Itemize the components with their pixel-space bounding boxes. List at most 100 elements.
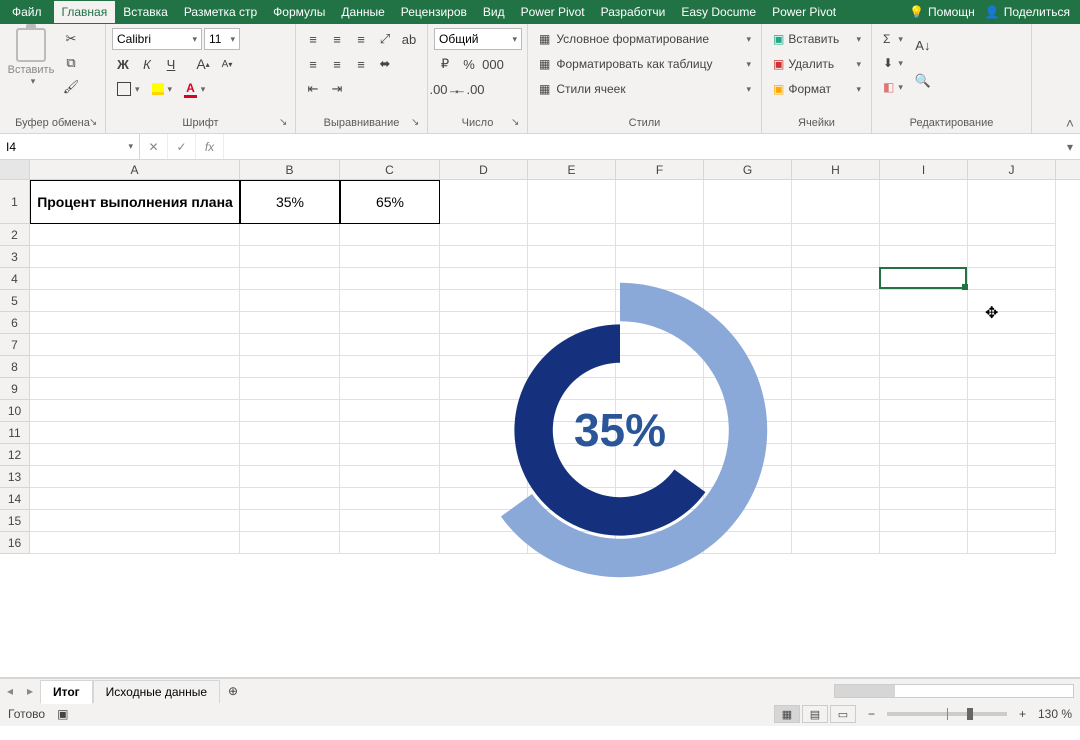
cell-A2[interactable]	[30, 224, 240, 246]
cell-A14[interactable]	[30, 488, 240, 510]
cell-C7[interactable]	[340, 334, 440, 356]
cell-A4[interactable]	[30, 268, 240, 290]
zoom-slider[interactable]	[887, 712, 1007, 716]
copy-button[interactable]: ⧉	[60, 52, 82, 74]
cell-I11[interactable]	[880, 422, 968, 444]
font-launcher[interactable]: ↘	[279, 117, 293, 131]
grow-font-button[interactable]: A▴	[192, 53, 214, 75]
zoom-in-button[interactable]: +	[1019, 707, 1026, 721]
currency-button[interactable]: ₽	[434, 53, 456, 75]
zoom-level[interactable]: 130 %	[1038, 707, 1072, 721]
row-header[interactable]: 12	[0, 444, 30, 466]
cell-B16[interactable]	[240, 532, 340, 554]
cell-A9[interactable]	[30, 378, 240, 400]
autosum-button[interactable]: Σ▾	[878, 28, 908, 50]
tab-view[interactable]: Вид	[475, 1, 513, 23]
cell-F3[interactable]	[616, 246, 704, 268]
cell-A11[interactable]	[30, 422, 240, 444]
row-header[interactable]: 9	[0, 378, 30, 400]
cell-H1[interactable]	[792, 180, 880, 224]
zoom-out-button[interactable]: −	[868, 707, 875, 721]
column-header-H[interactable]: H	[792, 160, 880, 179]
cell-D1[interactable]	[440, 180, 528, 224]
cell-B4[interactable]	[240, 268, 340, 290]
cell-B5[interactable]	[240, 290, 340, 312]
row-header[interactable]: 1	[0, 180, 30, 224]
orientation-button[interactable]: ⤢	[374, 28, 396, 50]
horizontal-scrollbar[interactable]	[834, 684, 1074, 698]
number-format-combo[interactable]: Общий▾	[434, 28, 522, 50]
cell-E2[interactable]	[528, 224, 616, 246]
name-box[interactable]: ▾	[0, 134, 140, 159]
macro-record-icon[interactable]: ▣	[57, 707, 68, 721]
delete-cells-button[interactable]: ▣ Удалить▾	[768, 53, 866, 75]
cell-G3[interactable]	[704, 246, 792, 268]
cell-C5[interactable]	[340, 290, 440, 312]
row-header[interactable]: 3	[0, 246, 30, 268]
cell-A10[interactable]	[30, 400, 240, 422]
cell-I12[interactable]	[880, 444, 968, 466]
view-page-layout-button[interactable]: ▤	[802, 705, 828, 723]
underline-button[interactable]: Ч	[160, 53, 182, 75]
cell-B13[interactable]	[240, 466, 340, 488]
comma-button[interactable]: 000	[482, 53, 504, 75]
align-left-button[interactable]: ≡	[302, 53, 324, 75]
cancel-formula-button[interactable]: ✕	[140, 134, 168, 159]
cell-E1[interactable]	[528, 180, 616, 224]
worksheet-grid[interactable]: ABCDEFGHIJ 1Процент выполнения плана35%6…	[0, 160, 1080, 678]
align-bottom-button[interactable]: ≡	[350, 28, 372, 50]
column-header-D[interactable]: D	[440, 160, 528, 179]
cell-I4[interactable]	[880, 268, 968, 290]
cell-J3[interactable]	[968, 246, 1056, 268]
format-painter-button[interactable]: 🖌	[60, 76, 82, 98]
cell-J7[interactable]	[968, 334, 1056, 356]
tab-file[interactable]: Файл	[0, 1, 54, 23]
column-header-G[interactable]: G	[704, 160, 792, 179]
tell-me[interactable]: 💡 Помощн	[909, 5, 975, 19]
cell-C13[interactable]	[340, 466, 440, 488]
row-header[interactable]: 14	[0, 488, 30, 510]
cell-C8[interactable]	[340, 356, 440, 378]
cell-I14[interactable]	[880, 488, 968, 510]
cell-J9[interactable]	[968, 378, 1056, 400]
cell-I6[interactable]	[880, 312, 968, 334]
cell-I2[interactable]	[880, 224, 968, 246]
cell-E3[interactable]	[528, 246, 616, 268]
tab-page-layout[interactable]: Разметка стр	[176, 1, 265, 23]
cell-B11[interactable]	[240, 422, 340, 444]
decrease-indent-button[interactable]: ⇤	[302, 78, 324, 100]
tab-insert[interactable]: Вставка	[115, 1, 176, 23]
cell-J2[interactable]	[968, 224, 1056, 246]
cell-C10[interactable]	[340, 400, 440, 422]
align-middle-button[interactable]: ≡	[326, 28, 348, 50]
add-sheet-button[interactable]: ⊕	[220, 684, 246, 698]
cell-B2[interactable]	[240, 224, 340, 246]
cell-D3[interactable]	[440, 246, 528, 268]
cell-I9[interactable]	[880, 378, 968, 400]
fill-button[interactable]: ⬇▾	[878, 52, 908, 74]
column-header-B[interactable]: B	[240, 160, 340, 179]
cell-C9[interactable]	[340, 378, 440, 400]
tab-home[interactable]: Главная	[54, 1, 116, 23]
cell-H2[interactable]	[792, 224, 880, 246]
row-header[interactable]: 16	[0, 532, 30, 554]
cell-J11[interactable]	[968, 422, 1056, 444]
cell-A8[interactable]	[30, 356, 240, 378]
cell-A7[interactable]	[30, 334, 240, 356]
column-header-I[interactable]: I	[880, 160, 968, 179]
insert-cells-button[interactable]: ▣ Вставить▾	[768, 28, 866, 50]
align-center-button[interactable]: ≡	[326, 53, 348, 75]
chevron-down-icon[interactable]: ▾	[124, 141, 133, 152]
cell-I13[interactable]	[880, 466, 968, 488]
tab-powerpivot-2[interactable]: Power Pivot	[764, 1, 844, 23]
shrink-font-button[interactable]: A▾	[216, 53, 238, 75]
format-as-table-button[interactable]: ▦ Форматировать как таблицу ▾	[534, 53, 756, 75]
cell-J5[interactable]	[968, 290, 1056, 312]
percent-button[interactable]: %	[458, 53, 480, 75]
cell-A15[interactable]	[30, 510, 240, 532]
cell-J1[interactable]	[968, 180, 1056, 224]
cell-J4[interactable]	[968, 268, 1056, 290]
tab-review[interactable]: Рецензиров	[393, 1, 475, 23]
cell-D2[interactable]	[440, 224, 528, 246]
cell-I10[interactable]	[880, 400, 968, 422]
